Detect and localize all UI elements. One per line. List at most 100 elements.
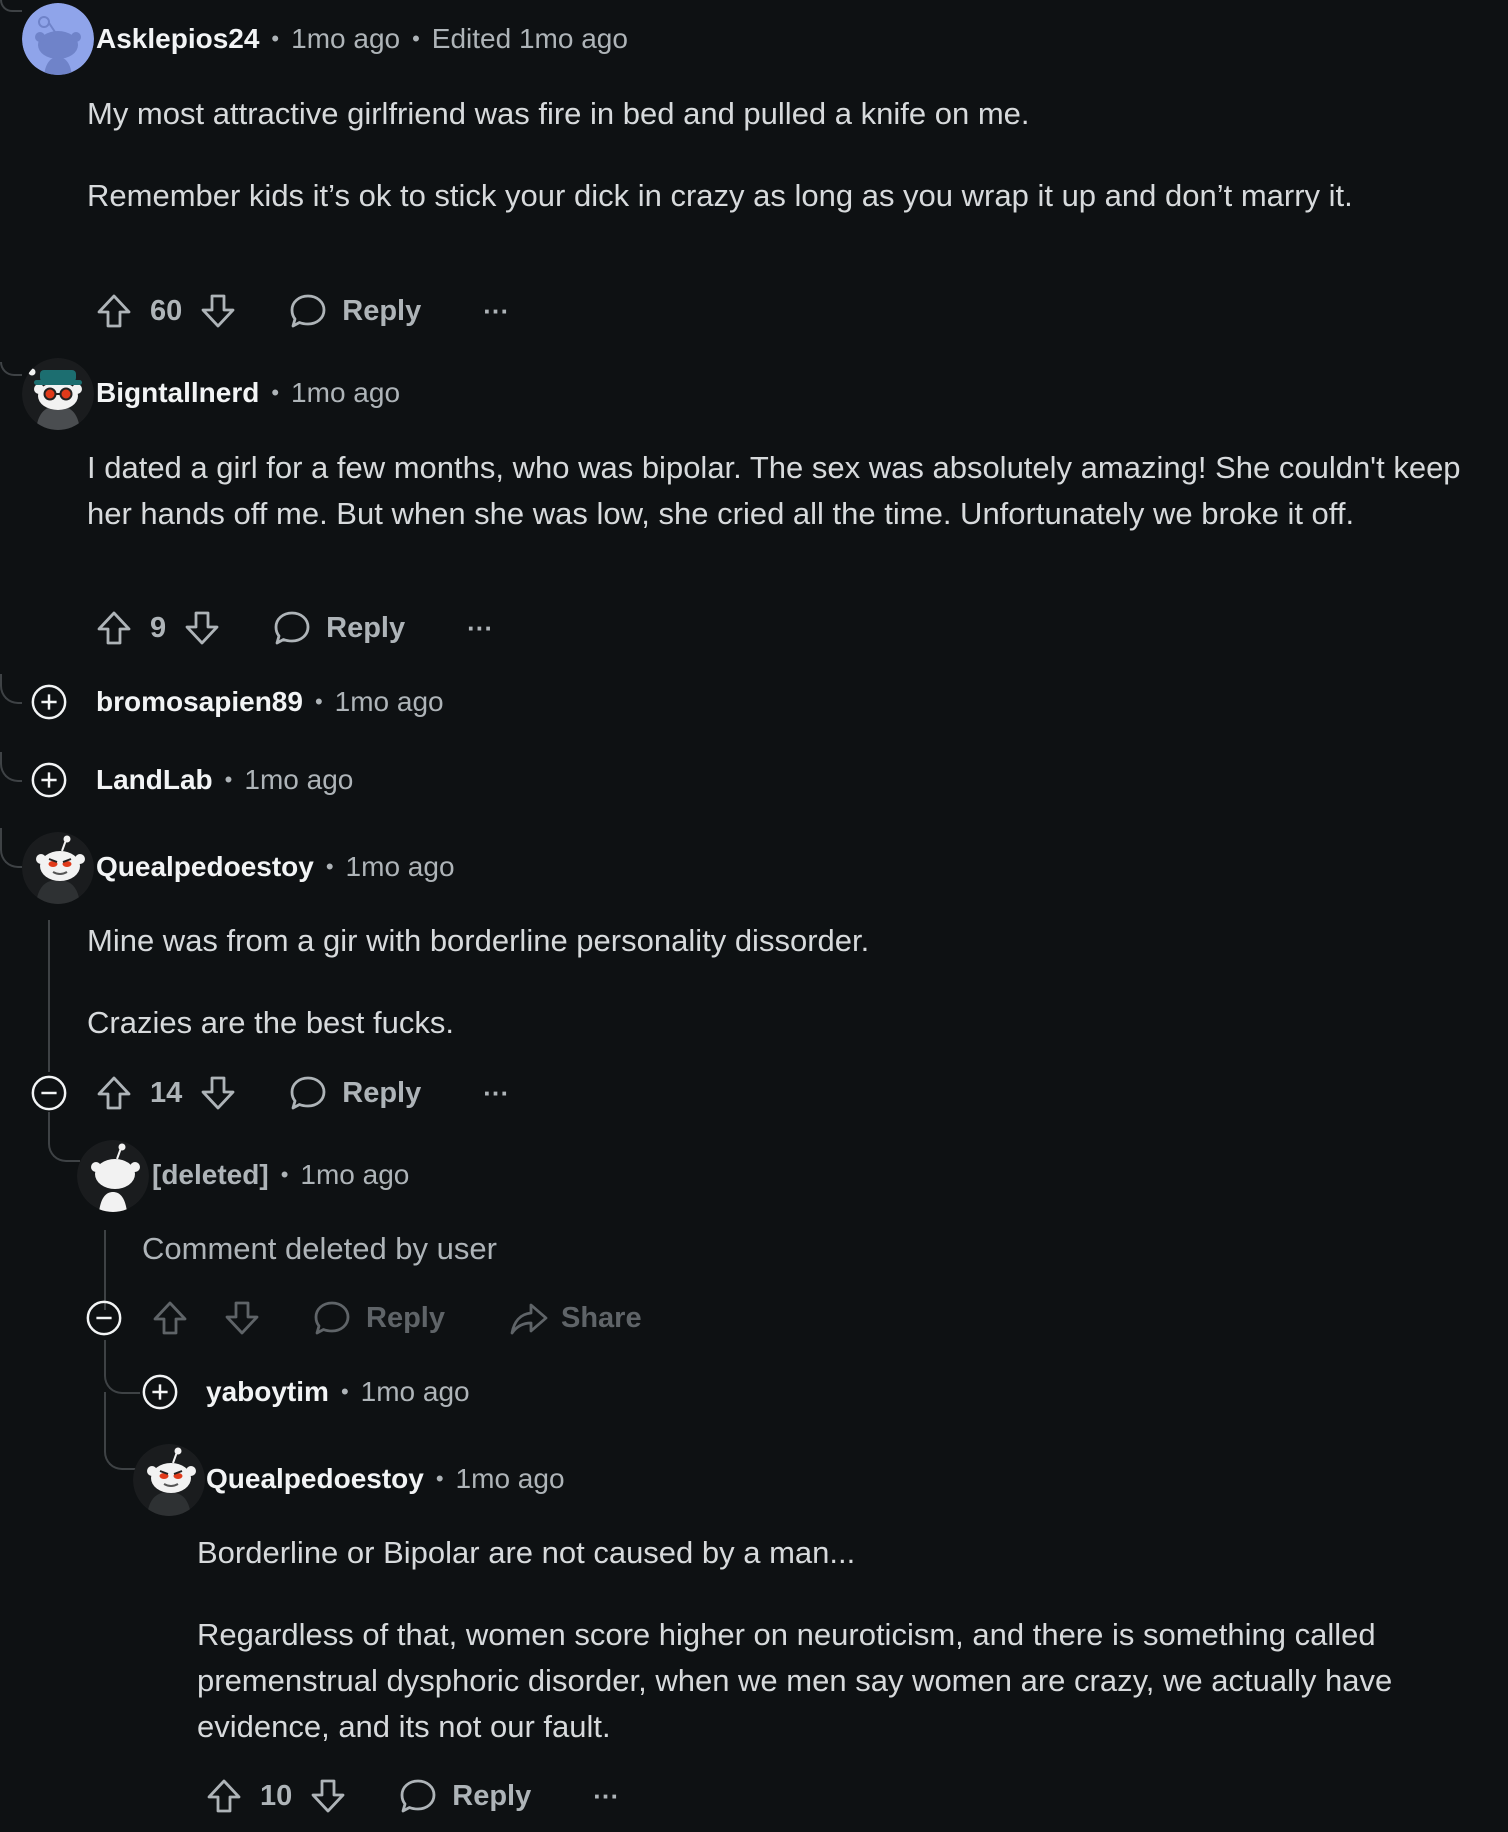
avatar[interactable]: [22, 358, 94, 430]
comment-body: Comment deleted by user: [142, 1226, 1442, 1272]
thread-connector: [0, 362, 22, 376]
separator-dot: •: [224, 767, 233, 792]
deleted-user-avatar-icon: [77, 1140, 149, 1212]
timestamp[interactable]: 1mo ago: [361, 1376, 470, 1408]
comment-paragraph: Remember kids it’s ok to stick your dick…: [87, 178, 1353, 213]
avatar[interactable]: [22, 3, 94, 75]
username[interactable]: LandLab: [96, 764, 213, 796]
comment-meta: Quealpedoestoy • 1mo ago: [96, 847, 455, 887]
comment-meta: bromosapien89 • 1mo ago: [96, 682, 444, 722]
comment-actions: 9 Reply ···: [94, 603, 493, 653]
comment-meta: yaboytim • 1mo ago: [206, 1372, 470, 1412]
collapse-thread-icon[interactable]: [30, 1074, 68, 1112]
thread-connector: [104, 1340, 140, 1394]
comment-paragraph: My most attractive girlfriend was fire i…: [87, 96, 1030, 131]
comment-bubble-icon: [272, 608, 312, 648]
comment-bubble-icon: [398, 1776, 438, 1816]
expand-thread-icon[interactable]: [30, 683, 68, 721]
more-options-button[interactable]: ···: [483, 296, 509, 327]
timestamp[interactable]: 1mo ago: [300, 1159, 409, 1191]
downvote-icon[interactable]: [198, 1073, 238, 1113]
avatar[interactable]: [133, 1444, 205, 1516]
upvote-icon[interactable]: [94, 1073, 134, 1113]
reply-label: Reply: [326, 611, 406, 644]
reply-label: Reply: [342, 294, 422, 327]
snoo-avatar-icon: [22, 3, 94, 75]
reply-button[interactable]: Reply: [288, 1073, 421, 1113]
timestamp[interactable]: 1mo ago: [346, 851, 455, 883]
comment-paragraph: Comment deleted by user: [142, 1231, 497, 1266]
comment-bubble-icon: [288, 291, 328, 331]
downvote-icon[interactable]: [308, 1776, 348, 1816]
separator-dot: •: [271, 380, 280, 405]
username[interactable]: yaboytim: [206, 1376, 329, 1408]
timestamp[interactable]: 1mo ago: [335, 686, 444, 718]
downvote-icon[interactable]: [182, 608, 222, 648]
thread-line[interactable]: [48, 920, 50, 1072]
comment-actions: 10 Reply ···: [204, 1771, 619, 1821]
upvote-icon[interactable]: [94, 608, 134, 648]
comment-paragraph: Crazies are the best fucks.: [87, 1005, 454, 1040]
avatar: [77, 1140, 149, 1212]
reply-label: Reply: [342, 1076, 422, 1109]
snoo-avatar-icon: [22, 358, 94, 430]
reply-button: Reply: [312, 1298, 445, 1338]
timestamp[interactable]: 1mo ago: [456, 1463, 565, 1495]
upvote-icon[interactable]: [204, 1776, 244, 1816]
vote-count: 10: [260, 1779, 293, 1812]
comment-bubble-icon: [312, 1298, 352, 1338]
more-options-button[interactable]: ···: [467, 613, 493, 644]
thread-line[interactable]: [104, 1230, 106, 1310]
comment-paragraph: Borderline or Bipolar are not caused by …: [197, 1535, 856, 1570]
separator-dot: •: [325, 854, 334, 879]
vote-count: 14: [150, 1076, 183, 1109]
timestamp[interactable]: 1mo ago: [291, 23, 400, 55]
comment-body: Mine was from a gir with borderline pers…: [87, 918, 1497, 1046]
thread-connector: [0, 752, 22, 782]
expand-thread-icon[interactable]: [30, 761, 68, 799]
thread-connector: [0, 828, 22, 868]
comment-meta: LandLab • 1mo ago: [96, 760, 353, 800]
downvote-icon: [222, 1298, 262, 1338]
snoo-avatar-icon: [133, 1444, 205, 1516]
reply-label: Reply: [452, 1779, 532, 1812]
more-options-button[interactable]: ···: [593, 1781, 619, 1812]
thread-connector: [0, 0, 22, 12]
username[interactable]: Asklepios24: [96, 23, 259, 55]
username[interactable]: Quealpedoestoy: [206, 1463, 424, 1495]
reply-button[interactable]: Reply: [272, 608, 405, 648]
comment-actions: Reply Share: [150, 1293, 642, 1343]
thread-connector: [104, 1392, 140, 1470]
upvote-icon: [150, 1298, 190, 1338]
separator-dot: •: [435, 1466, 444, 1491]
upvote-icon[interactable]: [94, 291, 134, 331]
snoo-avatar-icon: [22, 832, 94, 904]
comment-actions: 14 Reply ···: [94, 1068, 509, 1118]
separator-dot: •: [412, 26, 420, 51]
more-options-button[interactable]: ···: [483, 1078, 509, 1109]
collapse-thread-icon[interactable]: [85, 1299, 123, 1337]
reply-button[interactable]: Reply: [398, 1776, 531, 1816]
username[interactable]: Quealpedoestoy: [96, 851, 314, 883]
separator-dot: •: [280, 1162, 289, 1187]
comment-body: I dated a girl for a few months, who was…: [87, 445, 1497, 537]
comment-body: My most attractive girlfriend was fire i…: [87, 91, 1497, 219]
share-label: Share: [560, 1301, 642, 1334]
comment-paragraph: Regardless of that, women score higher o…: [197, 1617, 1393, 1744]
timestamp[interactable]: 1mo ago: [291, 377, 400, 409]
avatar[interactable]: [22, 832, 94, 904]
username[interactable]: Bigntallnerd: [96, 377, 259, 409]
timestamp[interactable]: 1mo ago: [244, 764, 353, 796]
thread-connector: [0, 674, 22, 704]
username[interactable]: bromosapien89: [96, 686, 303, 718]
downvote-icon[interactable]: [198, 291, 238, 331]
comment-meta: Bigntallnerd • 1mo ago: [96, 373, 400, 413]
share-button: Share: [509, 1298, 642, 1338]
vote-count: 9: [150, 611, 167, 644]
share-icon: [509, 1298, 549, 1338]
comment-paragraph: Mine was from a gir with borderline pers…: [87, 923, 870, 958]
comment-body: Borderline or Bipolar are not caused by …: [197, 1530, 1497, 1750]
username: [deleted]: [152, 1159, 269, 1190]
expand-thread-icon[interactable]: [141, 1373, 179, 1411]
reply-button[interactable]: Reply: [288, 291, 421, 331]
